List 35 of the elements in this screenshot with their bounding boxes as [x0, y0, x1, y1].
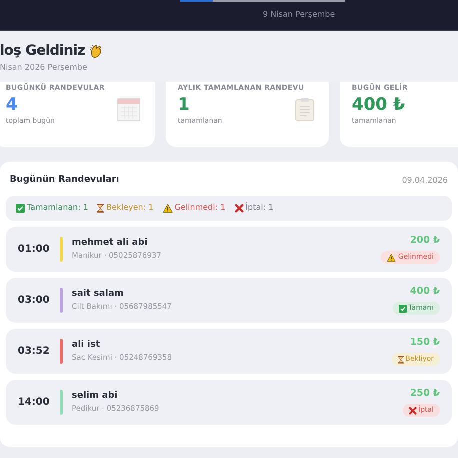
date-text: 09.04.2026 — [402, 174, 448, 187]
calendar-icon — [117, 98, 141, 122]
summary-count: İptal: 1 — [246, 202, 274, 214]
clapping-hands-icon — [89, 44, 104, 59]
summary-count: Gelinmedi: 1 — [174, 202, 226, 214]
welcome-title: loş Geldiniz — [0, 42, 86, 61]
stat-value: 1 — [178, 94, 190, 116]
warning-icon — [162, 204, 173, 212]
client-name: mehmet ali abi — [72, 236, 149, 250]
client-name: ali ist — [72, 338, 102, 352]
checkbox-icon — [398, 304, 407, 313]
section-title: Bugünün Randevuları — [10, 174, 120, 187]
summary-count: Bekleyen: 1 — [106, 202, 154, 214]
clipboard-icon — [295, 98, 315, 122]
hourglass-icon — [398, 356, 404, 364]
price-text: 400 ₺ — [410, 285, 440, 300]
client-name: selim abi — [72, 390, 119, 403]
stat-value: 400 ₺ — [352, 94, 406, 116]
appointment-time: 14:00 — [18, 396, 51, 410]
date-subtitle: Nisan 2026 Perşembe — [0, 62, 88, 74]
price-text: 250 ₺ — [410, 387, 440, 402]
checkbox-icon — [16, 204, 25, 212]
appointment-time: 01:00 — [18, 242, 51, 256]
price-text: 150 ₺ — [410, 336, 440, 350]
cross-icon — [234, 204, 244, 212]
summary-count: Tamamlanan: 1 — [27, 202, 88, 214]
date-text: 9 Nisan Perşembe — [263, 9, 336, 21]
appointment-time: 03:52 — [18, 344, 51, 358]
cross-icon — [408, 406, 416, 415]
hourglass-icon — [97, 204, 104, 212]
stat-value: 4 — [6, 94, 18, 116]
warning-icon — [387, 254, 396, 262]
price-text: 200 ₺ — [410, 234, 440, 248]
appointment-time: 03:00 — [18, 294, 51, 308]
client-name: sait salam — [72, 288, 125, 301]
